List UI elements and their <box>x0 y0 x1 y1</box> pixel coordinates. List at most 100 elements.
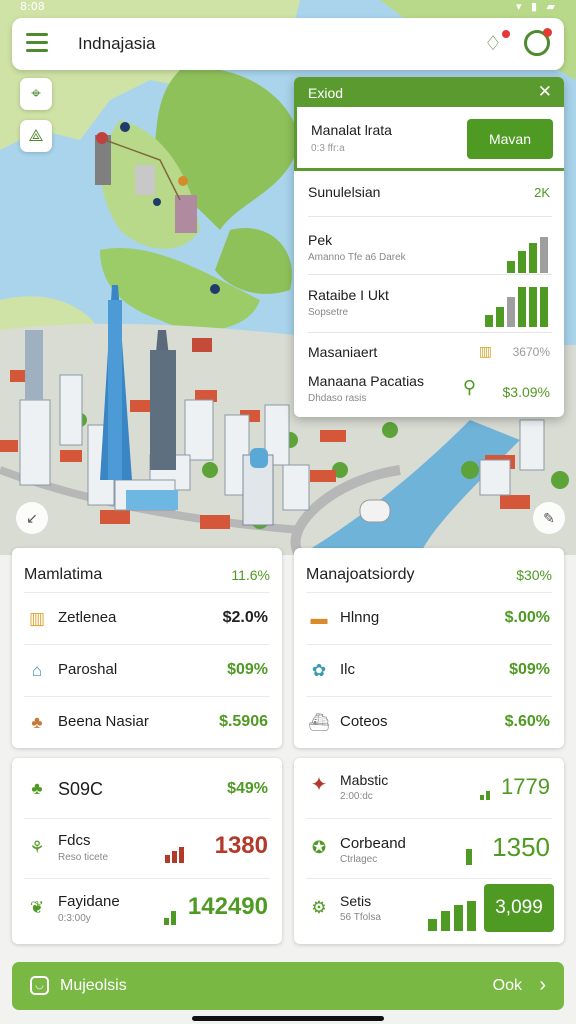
top-app-bar: Indnajasia ♢ <box>12 18 564 70</box>
popup-row[interactable]: Pek Amanno Tfe a6 Darek <box>308 217 552 275</box>
hamburger-menu-icon[interactable] <box>26 33 48 53</box>
compass-icon[interactable]: ↙ <box>16 502 48 534</box>
stats-card-left-bottom: ♣ S09C $49% ⚘ Fdcs Reso ticete 1380 ❦ Fa… <box>12 758 282 944</box>
row-chart <box>164 909 176 925</box>
list-item[interactable]: ♣ S09C $49% <box>24 762 270 818</box>
popup-row-value: 2K <box>534 185 550 200</box>
popup-row-name: Pek <box>308 232 333 248</box>
row-chart <box>480 784 490 800</box>
status-icons: ▾ ▮ ▰ <box>515 0 558 13</box>
locate-icon[interactable]: ⌖ <box>20 78 52 110</box>
bottom-bar-label: Mujeolsis <box>60 977 127 994</box>
list-item-value: 142490 <box>187 893 268 920</box>
list-item-sub: Ctrlagec <box>340 854 378 865</box>
list-item-label: Fayidane <box>58 893 120 910</box>
highlight-value-badge[interactable]: 3,099 <box>484 884 554 932</box>
list-item-label: Hlnng <box>340 609 380 626</box>
location-popup: Exiod ✕ Manalat lrata 0:3 ffr:a Mavan Su… <box>294 77 564 417</box>
map-view[interactable]: 8:08 ▾ ▮ ▰ Indnajasia ♢ ⌖ ⟁ ↙ ✎ Exiod ✕ … <box>0 0 576 555</box>
card-title-value: 11.6% <box>231 567 270 583</box>
card-title: Mamlatima <box>24 566 103 583</box>
list-item-sub: 2:00:dc <box>340 791 373 802</box>
list-item-label: Fdcs <box>58 832 91 849</box>
popup-row-value: 3670% <box>512 345 550 359</box>
card-title-value: $30% <box>516 567 552 583</box>
notification-dot <box>502 30 510 38</box>
list-item-label: Ilc <box>340 661 355 678</box>
list-item[interactable]: ▬ Hlnng $.00% <box>306 592 552 644</box>
popup-row[interactable]: Sunulelsian 2K <box>308 175 552 217</box>
list-item-value: 1380 <box>214 832 268 859</box>
popup-featured: Manalat lrata 0:3 ffr:a Mavan <box>294 107 564 171</box>
stats-card-right-bottom: ✦ Mabstic 2:00:dc 1779 ✪ Corbeand Ctrlag… <box>294 758 564 944</box>
list-item[interactable]: ❦ Fayidane 0:3:00y 142490 <box>24 878 270 938</box>
home-indicator[interactable] <box>192 1016 384 1021</box>
list-item-value: $09% <box>509 661 550 678</box>
popup-title: Exiod <box>308 85 344 101</box>
stats-card-left-top: Mamlatima 11.6% ▥ Zetlenea $2.0% ⌂ Paros… <box>12 548 282 748</box>
list-item[interactable]: ▥ Zetlenea $2.0% <box>24 592 270 644</box>
list-item-value: $49% <box>227 780 268 797</box>
list-item-label: S09C <box>58 779 104 799</box>
list-item-value: $2.0% <box>222 609 268 626</box>
badge-icon: ✪ <box>311 838 327 857</box>
list-item-value: $.00% <box>504 609 550 626</box>
list-item-label: Paroshal <box>58 661 118 678</box>
tree-icon: ♣ <box>31 779 43 798</box>
popup-row-name: Masaniaert <box>308 344 378 360</box>
building-icon: ▥ <box>478 343 492 359</box>
popup-header: Exiod ✕ <box>294 77 564 107</box>
list-item[interactable]: ♣ Beena Nasiar $.5906 <box>24 696 270 748</box>
list-item-sub: 56 Tfolsa <box>340 912 381 923</box>
list-item[interactable]: ✿ Ilc $09% <box>306 644 552 696</box>
ship-icon: ⛴ <box>308 713 330 732</box>
list-item-value: $.5906 <box>219 713 268 730</box>
featured-sub: 0:3 ffr:a <box>311 143 345 154</box>
popup-row-name: Sunulelsian <box>308 184 381 200</box>
stats-card-right-top: Manajoatsiordy $30% ▬ Hlnng $.00% ✿ Ilc … <box>294 548 564 748</box>
popup-row-name: Rataibe I Ukt <box>308 287 389 303</box>
list-item[interactable]: ✪ Corbeand Ctrlagec 1350 <box>306 818 552 878</box>
list-item[interactable]: ✦ Mabstic 2:00:dc 1779 <box>306 762 552 818</box>
mailbox-icon: ▬ <box>310 609 328 628</box>
list-item[interactable]: ⚙ Setis 56 Tfolsa 3,099 <box>306 878 554 938</box>
map-pin-icon: ⚲ <box>462 377 476 397</box>
close-icon[interactable]: ✕ <box>538 82 552 102</box>
market-icon: ♣ <box>31 713 43 732</box>
list-item-value: 1350 <box>492 832 550 862</box>
popup-row[interactable]: Rataibe I Ukt Sopsetre <box>308 275 552 333</box>
bottom-bar-action[interactable]: Ook <box>493 977 522 995</box>
bottom-action-bar[interactable]: ◡ Mujeolsis Ook › <box>12 962 564 1010</box>
popup-row-sub: Sopsetre <box>308 307 349 318</box>
leaf-icon: ❦ <box>29 898 45 917</box>
list-item[interactable]: ⚘ Fdcs Reso ticete 1380 <box>24 818 270 878</box>
list-item[interactable]: ⌂ Paroshal $09% <box>24 644 270 696</box>
row-chart <box>428 901 476 931</box>
popup-row-sub: Dhdaso rasis <box>308 393 367 404</box>
list-item-label: Setis <box>340 893 372 909</box>
popup-row-chart <box>507 235 548 273</box>
card-title: Manajoatsiordy <box>306 566 415 583</box>
popup-row-chart <box>485 283 548 327</box>
row-chart <box>165 847 184 863</box>
popup-row[interactable]: Manaana Pacatias Dhdaso rasis ⚲ $3.09% <box>308 365 552 415</box>
profile-icon[interactable] <box>524 28 552 56</box>
status-time: 8:08 <box>20 0 45 13</box>
popup-row[interactable]: Masaniaert ▥ 3670% <box>308 333 552 365</box>
list-item[interactable]: ⛴ Coteos $.60% <box>306 696 552 748</box>
profile-dot <box>543 28 552 37</box>
navigate-icon[interactable]: ⟁ <box>20 120 52 152</box>
edit-pencil-icon[interactable]: ✎ <box>533 502 565 534</box>
list-item-label: Corbeand <box>340 835 406 852</box>
plant-icon: ⚘ <box>29 838 45 857</box>
list-item-value: $09% <box>227 661 268 678</box>
list-item-label: Mabstic <box>340 772 389 788</box>
featured-button[interactable]: Mavan <box>467 119 553 159</box>
message-icon: ◡ <box>30 976 49 995</box>
notification-bell-icon[interactable]: ♢ <box>484 30 510 55</box>
list-item-value: 1779 <box>501 774 550 799</box>
list-item-sub: Reso ticete <box>58 852 109 863</box>
gear-icon: ⚙ <box>311 898 327 917</box>
popup-row-sub: Amanno Tfe a6 Darek <box>308 252 406 263</box>
featured-name: Manalat lrata <box>311 122 392 138</box>
